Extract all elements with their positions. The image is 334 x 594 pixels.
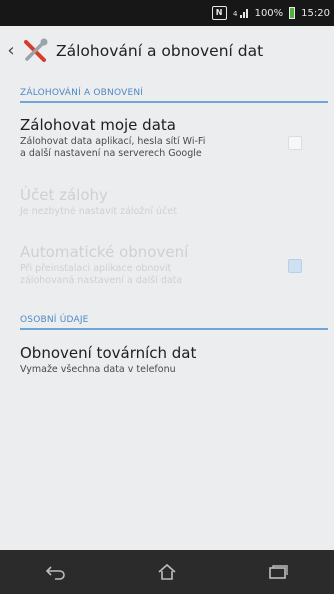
wrench-screwdriver-icon [20,36,50,66]
backup-my-data-item[interactable]: Zálohovat moje data Zálohovat data aplik… [20,116,280,160]
auto-restore-checkbox[interactable] [288,259,302,273]
svg-text:4: 4 [233,10,238,18]
clock: 15:20 [301,7,330,19]
backup-data-checkbox[interactable] [288,136,302,150]
home-icon[interactable] [137,550,197,594]
item-title: Zálohovat moje data [20,116,176,134]
navigation-bar [0,550,334,594]
status-bar: N 4 100% 15:20 [0,0,334,26]
backup-account-item[interactable]: Účet zálohy Je nezbytné nastavit záložní… [20,186,280,218]
back-arrow-icon[interactable] [26,550,86,594]
item-title: Automatické obnovení [20,243,189,261]
item-title: Účet zálohy [20,186,108,204]
page-title: Zálohování a obnovení dat [56,42,264,60]
factory-reset-item[interactable]: Obnovení továrních dat Vymaže všechna da… [20,344,280,376]
item-subtitle: Je nezbytné nastavit záložní účet [20,206,177,217]
item-subtitle: a další nastavení na serverech Google [20,148,202,159]
section-header-backup: ZÁLOHOVÁNÍ A OBNOVENÍ [20,88,144,98]
recent-apps-icon[interactable] [248,550,308,594]
section-divider [20,328,328,330]
item-subtitle: zálohovaná nastavení a další data [20,275,183,286]
app-bar: ‹ Zálohování a obnovení dat [0,26,334,76]
section-header-personal: OSOBNÍ ÚDAJE [20,315,89,325]
section-divider [20,101,328,103]
battery-icon [289,7,296,19]
nfc-icon: N [211,6,227,20]
signal-icon: 4 [233,7,249,19]
battery-percent: 100% [254,7,284,19]
auto-restore-item[interactable]: Automatické obnovení Při přeinstalaci ap… [20,243,280,287]
item-title: Obnovení továrních dat [20,344,197,362]
item-subtitle: Vymaže všechna data v telefonu [20,364,176,375]
chevron-left-icon[interactable]: ‹ [4,42,18,60]
item-subtitle: Zálohovat data aplikací, hesla sítí Wi-F… [20,136,206,147]
item-subtitle: Při přeinstalaci aplikace obnovit [20,263,172,274]
